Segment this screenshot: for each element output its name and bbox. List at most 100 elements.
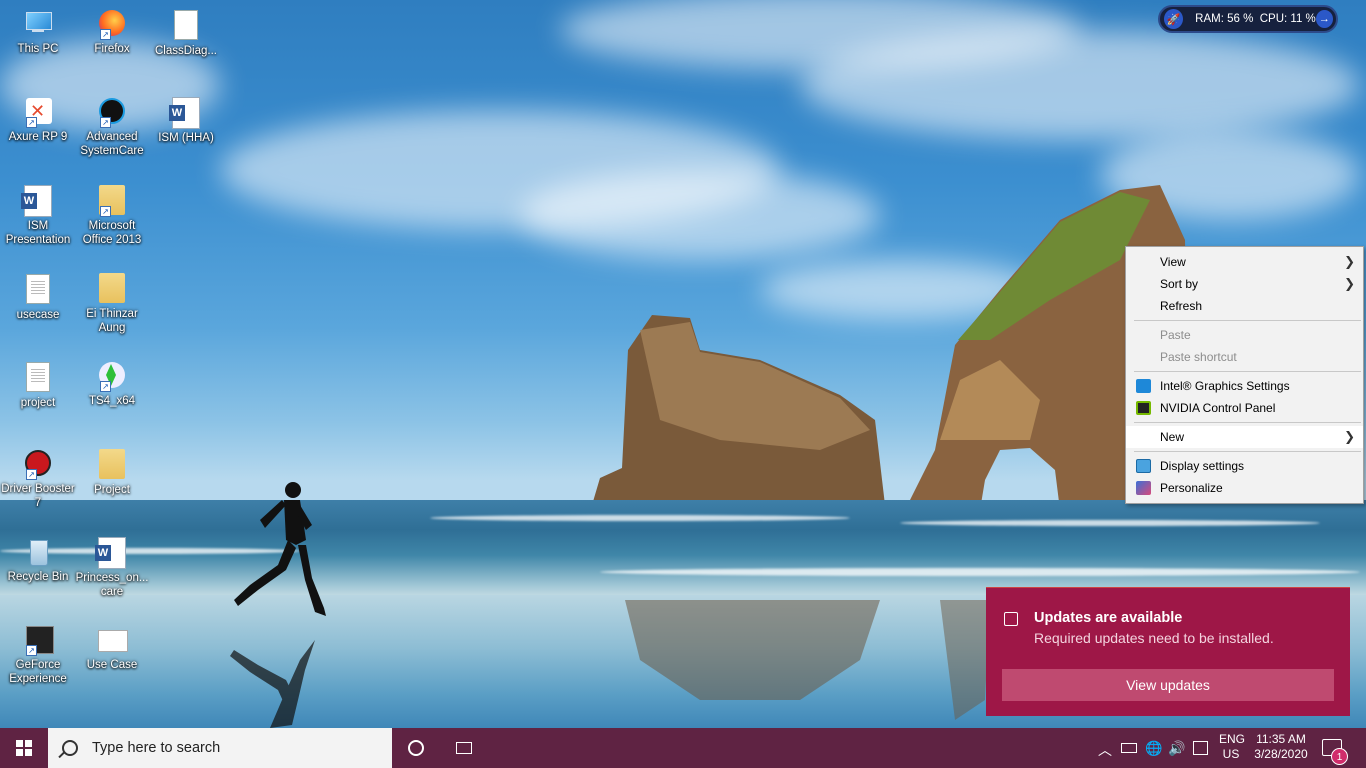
- intel-graphics-icon: [1136, 379, 1151, 393]
- desktop-icon-label: Microsoft Office 2013: [82, 220, 142, 246]
- desktop-icon-axure[interactable]: ✕ ↗ Axure RP 9: [0, 96, 76, 144]
- desktop-icon-firefox[interactable]: ↗ Firefox: [74, 8, 150, 56]
- windows-update-tray-icon[interactable]: [1193, 741, 1208, 755]
- desktop-icon-ts4[interactable]: ↗ TS4_x64: [74, 360, 150, 408]
- menu-item-label: Intel® Graphics Settings: [1160, 379, 1290, 393]
- menu-separator: [1134, 320, 1361, 321]
- menu-item-nvidia[interactable]: NVIDIA Control Panel: [1126, 397, 1363, 419]
- desktop-icon-label: Princess_on... care: [75, 572, 149, 598]
- input-language[interactable]: ENG US: [1219, 732, 1246, 762]
- keyboard-layout: US: [1222, 747, 1240, 761]
- task-view-button[interactable]: [440, 728, 488, 768]
- desktop-icon-ism-presentation[interactable]: W ISM Presentation: [0, 184, 76, 247]
- menu-item-label: Sort by: [1160, 277, 1199, 291]
- desktop-icon-label: Driver Booster 7: [1, 483, 75, 509]
- battery-icon[interactable]: [1121, 743, 1137, 753]
- desktop-icon-label: This PC: [17, 43, 59, 55]
- recycle-bin-icon: [22, 536, 54, 568]
- view-updates-button[interactable]: View updates: [1002, 669, 1334, 701]
- task-view-icon: [456, 742, 472, 754]
- desktop-icon-project-folder[interactable]: Project: [74, 448, 150, 497]
- desktop-icon-driver-booster[interactable]: ↗ Driver Booster 7: [0, 448, 76, 510]
- menu-item-display-settings[interactable]: Display settings: [1126, 455, 1363, 477]
- cpu-value: 11 %: [1290, 13, 1316, 25]
- desktop-icon-ism-hha[interactable]: W ISM (HHA): [148, 96, 224, 145]
- word-document-icon: W: [169, 97, 202, 129]
- taskbar-search-box[interactable]: Type here to search: [48, 728, 392, 768]
- notification-count-badge: 1: [1331, 748, 1348, 765]
- menu-item-new[interactable]: New ❯: [1126, 426, 1363, 448]
- display-icon: [1136, 459, 1151, 473]
- desktop-icon-advanced-systemcare[interactable]: ↗ Advanced SystemCare: [74, 96, 150, 158]
- desktop-context-menu: View ❯ Sort by ❯ Refresh Paste Paste sho…: [1125, 246, 1364, 504]
- desktop-icon-label: Project: [94, 484, 130, 496]
- desktop-icon-label: project: [20, 397, 56, 409]
- update-icon: [1004, 612, 1018, 626]
- cortana-button[interactable]: [392, 728, 440, 768]
- desktop-icon-label: Axure RP 9: [8, 131, 68, 143]
- menu-item-view[interactable]: View ❯: [1126, 251, 1363, 273]
- desktop-icon-recycle-bin[interactable]: Recycle Bin: [0, 536, 76, 584]
- menu-separator: [1134, 422, 1361, 423]
- desktop-icon-this-pc[interactable]: This PC: [0, 8, 76, 56]
- office-folder-icon: ↗: [96, 185, 128, 217]
- file-icon: [22, 274, 54, 306]
- performance-widget[interactable]: 🚀 RAM: 56 % CPU: 11 % →: [1158, 5, 1338, 33]
- image-file-icon: [96, 624, 128, 656]
- desktop-icon-label: Advanced SystemCare: [80, 131, 144, 157]
- menu-item-sort-by[interactable]: Sort by ❯: [1126, 273, 1363, 295]
- desktop-icon-usecase[interactable]: usecase: [0, 272, 76, 322]
- toast-message: Required updates need to be installed.: [1034, 630, 1274, 646]
- update-notification-toast[interactable]: Updates are available Required updates n…: [986, 587, 1350, 716]
- start-button[interactable]: [0, 728, 48, 768]
- desktop-icon-label: Firefox: [94, 43, 130, 55]
- file-icon: [170, 10, 202, 42]
- chevron-right-icon: ❯: [1344, 429, 1355, 444]
- arrow-right-icon[interactable]: →: [1315, 10, 1333, 28]
- clock-date: 3/28/2020: [1254, 747, 1308, 761]
- search-icon: [62, 740, 78, 756]
- speaker-icon[interactable]: 🔊: [1168, 740, 1185, 757]
- folder-icon: [96, 273, 128, 305]
- desktop-icon-office-2013[interactable]: ↗ Microsoft Office 2013: [74, 184, 150, 247]
- clock[interactable]: 11:35 AM 3/28/2020: [1250, 732, 1312, 762]
- ram-value: 56 %: [1227, 13, 1254, 25]
- network-globe-icon[interactable]: 🌐: [1145, 740, 1162, 757]
- menu-separator: [1134, 451, 1361, 452]
- axure-icon: ✕ ↗: [22, 96, 54, 128]
- menu-item-personalize[interactable]: Personalize: [1126, 477, 1363, 499]
- file-icon: [22, 362, 54, 394]
- menu-item-paste: Paste: [1126, 324, 1363, 346]
- menu-separator: [1134, 371, 1361, 372]
- menu-item-label: New: [1160, 430, 1185, 444]
- geforce-icon: ↗: [22, 624, 54, 656]
- desktop-icon-label: ISM Presentation: [5, 220, 71, 246]
- desktop-icon-project-file[interactable]: project: [0, 360, 76, 410]
- computer-icon: [22, 8, 54, 40]
- windows-logo-icon: [16, 740, 32, 756]
- menu-item-label: Paste: [1160, 328, 1191, 342]
- systemcare-icon: ↗: [96, 96, 128, 128]
- menu-item-intel-graphics[interactable]: Intel® Graphics Settings: [1126, 375, 1363, 397]
- desktop-icon-princess[interactable]: W Princess_on... care: [74, 536, 150, 599]
- chevron-right-icon: ❯: [1344, 254, 1355, 269]
- desktop-icon-use-case[interactable]: Use Case: [74, 624, 150, 672]
- chevron-up-icon[interactable]: ︿: [1098, 740, 1112, 760]
- desktop-icon-label: Ei Thinzar Aung: [86, 308, 138, 334]
- menu-item-refresh[interactable]: Refresh: [1126, 295, 1363, 317]
- menu-item-label: Personalize: [1160, 481, 1223, 495]
- language-code: ENG: [1219, 732, 1246, 746]
- driver-booster-icon: ↗: [22, 448, 54, 480]
- taskbar: Type here to search ︿ 🌐 🔊 ENG US 11:35 A…: [0, 728, 1366, 768]
- sims-plumbob-icon: ↗: [96, 360, 128, 392]
- desktop-icon-ei-thinzar-aung[interactable]: Ei Thinzar Aung: [74, 272, 150, 335]
- desktop-icon-classdiagram[interactable]: ClassDiag...: [148, 8, 224, 58]
- menu-item-paste-shortcut: Paste shortcut: [1126, 346, 1363, 368]
- chevron-right-icon: ❯: [1344, 276, 1355, 291]
- menu-item-label: Refresh: [1160, 299, 1203, 313]
- search-placeholder: Type here to search: [92, 740, 221, 756]
- desktop-icon-label: Recycle Bin: [7, 571, 69, 583]
- personalize-icon: [1136, 481, 1151, 495]
- desktop-icon-geforce[interactable]: ↗ GeForce Experience: [0, 624, 76, 686]
- clock-time: 11:35 AM: [1256, 732, 1306, 746]
